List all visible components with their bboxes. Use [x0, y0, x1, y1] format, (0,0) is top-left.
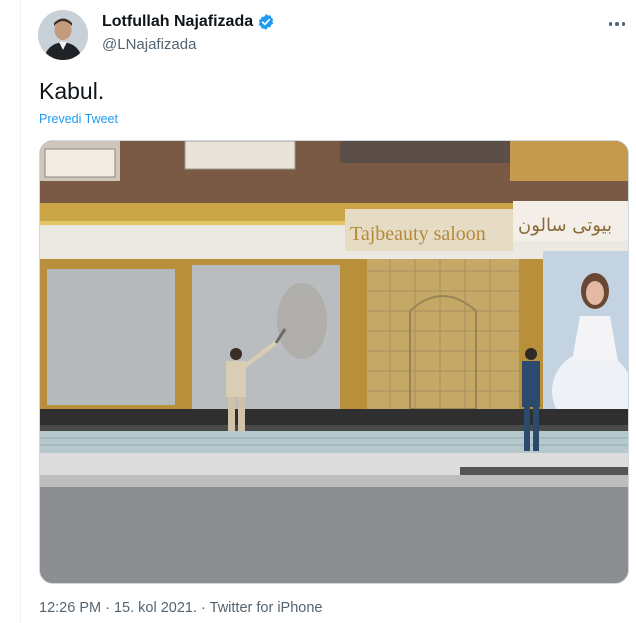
meta-separator: · [197, 600, 210, 616]
shop-sign-latin: Tajbeauty saloon [350, 223, 486, 245]
street-scene-image: Tajbeauty saloon بیوتی سالون [40, 141, 628, 583]
meta-separator: · [101, 600, 114, 616]
timeline-divider [20, 0, 21, 623]
tweet-photo[interactable]: Tajbeauty saloon بیوتی سالون [39, 140, 629, 584]
tweet-date[interactable]: 15. kol 2021. [114, 600, 197, 616]
shop-sign-arabic: بیوتی سالون [518, 215, 612, 236]
more-options-icon[interactable] [606, 14, 628, 34]
tweet-text: Kabul. [39, 78, 105, 104]
translate-tweet-link[interactable]: Prevedi Tweet [39, 112, 118, 126]
tweet-metadata: 12:26 PM · 15. kol 2021. · Twitter for i… [39, 600, 322, 616]
more-dot [615, 22, 619, 26]
author-name-text[interactable]: Lotfullah Najafizada [102, 13, 253, 31]
tweet-time[interactable]: 12:26 PM [39, 600, 101, 616]
author-avatar[interactable] [38, 10, 88, 60]
more-dot [621, 22, 626, 26]
author-handle[interactable]: @LNajafizada [102, 36, 196, 53]
more-dot [608, 22, 613, 26]
author-name[interactable]: Lotfullah Najafizada [102, 13, 275, 31]
verified-badge-icon [259, 14, 274, 30]
tweet-source[interactable]: Twitter for iPhone [210, 600, 323, 616]
